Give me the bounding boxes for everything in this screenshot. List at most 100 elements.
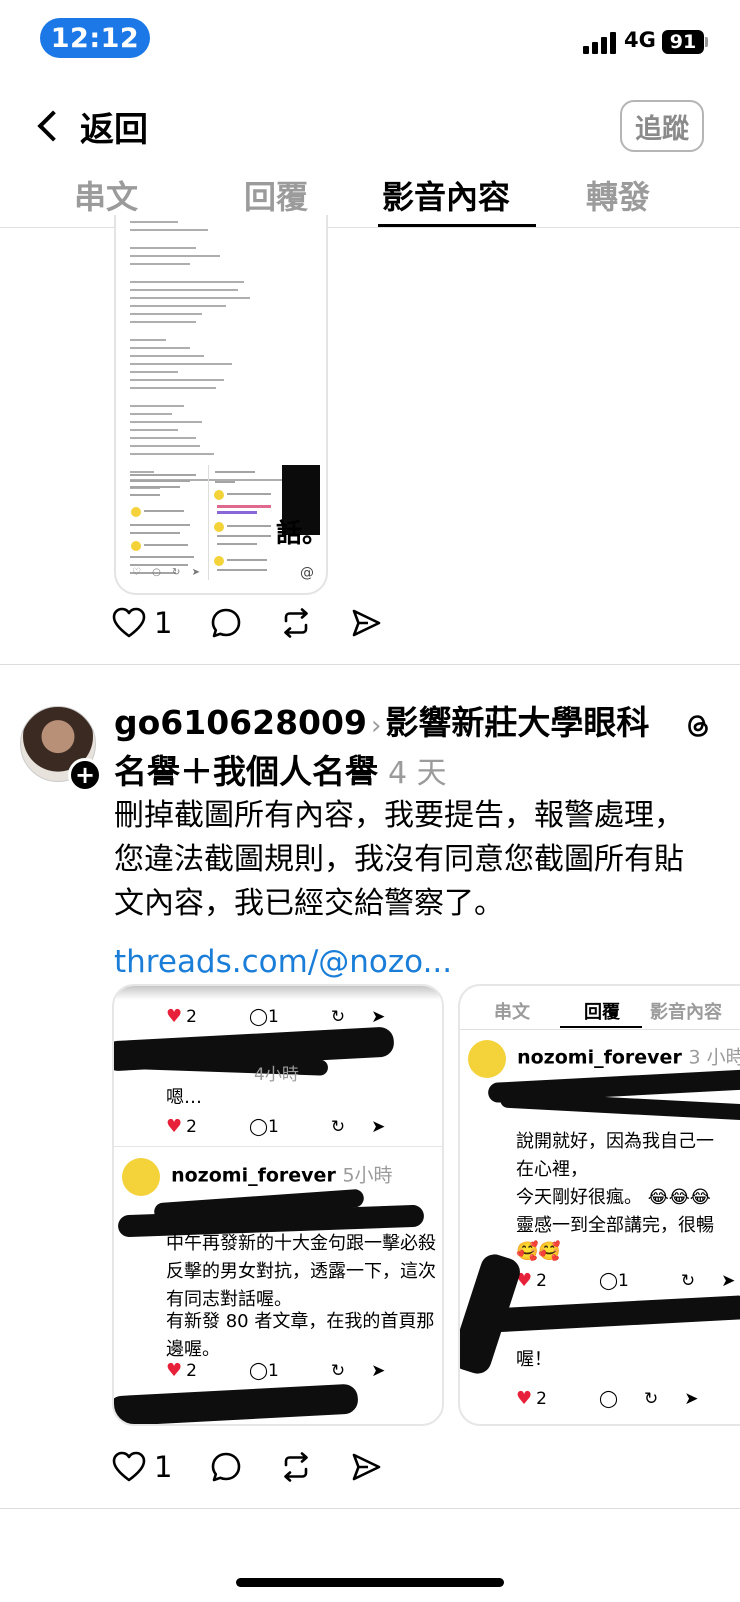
card2-actions-1: ♥ 2 ◯1 ↻ ➤: [516, 1270, 736, 1291]
repost-icon: ↻: [680, 1270, 696, 1291]
reply-button[interactable]: [210, 1451, 242, 1483]
post2-actions: 1: [112, 1450, 420, 1484]
reply-button[interactable]: [210, 607, 242, 639]
heart-icon: [112, 1451, 146, 1482]
tab-threads[interactable]: 串文: [74, 172, 138, 218]
post2-link[interactable]: threads.com/@nozo...: [114, 944, 452, 980]
profile-tabs: 串文 回覆 影音內容 轉發: [0, 164, 740, 228]
post1-actions: 1: [112, 606, 420, 640]
screenshot-reply-thumb-mid: [208, 465, 278, 580]
network-label: 4G: [624, 28, 656, 52]
screenshot-large-text: 話。: [276, 519, 328, 549]
like-count: 2: [536, 1389, 547, 1409]
like-count: 2: [536, 1271, 547, 1291]
back-label: 返回: [80, 109, 148, 150]
repost-button[interactable]: [280, 607, 312, 639]
card2-tab-active: 回覆: [584, 1002, 620, 1023]
post1-screenshot[interactable]: 話。 @ ♡ ○ ↻ ➤: [114, 215, 328, 595]
send-icon: [353, 609, 381, 637]
reply-text: 說開就好，因為我自己一: [516, 1131, 714, 1152]
redaction-scribble: [479, 1294, 740, 1334]
repost-icon: ↻: [644, 1388, 659, 1409]
share-button[interactable]: [350, 1451, 382, 1483]
repost-icon: ↻: [330, 1360, 346, 1381]
laughing-emoji-icon: 😂😂😂: [647, 1187, 711, 1208]
card1-actions-1: ♥ 2 ◯1 ↻ ➤: [166, 1006, 386, 1027]
smiling-hearts-emoji-icon: 🥰🥰: [516, 1241, 561, 1262]
card2-tab: 影音內容: [650, 1002, 722, 1023]
chevron-left-icon: [37, 110, 69, 142]
top-nav: 返回 追蹤: [0, 92, 740, 162]
card1-reply-header: nozomi_forever 5小時: [122, 1158, 442, 1196]
follow-plus-icon[interactable]: +: [68, 758, 102, 792]
threads-mini-icon: @: [300, 565, 314, 581]
timestamp: 3 小時: [688, 1046, 740, 1069]
tab-replies[interactable]: 回覆: [244, 172, 308, 218]
chevron-right-icon: ›: [370, 711, 382, 741]
comment-icon: [212, 608, 241, 638]
status-bar: 12:12 4G 91: [0, 0, 740, 80]
card2-tabs: 串文 回覆 影音內容: [460, 986, 740, 1030]
tab-reposts[interactable]: 轉發: [586, 172, 650, 218]
reply-text: 在心裡，: [516, 1159, 588, 1180]
send-icon: ➤: [371, 1006, 386, 1027]
comment-count: 1: [268, 1360, 279, 1381]
reply-text: 喔！: [516, 1349, 552, 1370]
repost-icon: [284, 1452, 309, 1482]
comment-icon: ◯: [598, 1388, 618, 1409]
send-icon: ➤: [371, 1116, 386, 1137]
redaction-scribble: [114, 1383, 359, 1424]
post-divider: [0, 664, 740, 665]
repost-button[interactable]: [280, 1451, 312, 1483]
send-icon: [353, 1453, 381, 1481]
send-icon: ➤: [371, 1360, 386, 1381]
comment-count: 1: [618, 1270, 629, 1291]
like-button[interactable]: 1: [112, 606, 172, 640]
signal-icon: [583, 30, 619, 54]
username: nozomi_forever: [171, 1164, 336, 1187]
threads-logo-icon[interactable]: [682, 710, 714, 742]
back-button[interactable]: 返回: [30, 96, 148, 156]
like-count: 2: [186, 1007, 197, 1027]
card2-actions-2: ♥ 2 ◯ ↻ ➤: [516, 1388, 699, 1409]
like-button[interactable]: 1: [112, 1450, 172, 1484]
post-divider: [0, 1508, 740, 1509]
status-time: 12:12: [40, 18, 150, 58]
follow-button[interactable]: 追蹤: [620, 100, 704, 152]
card2-tab: 串文: [494, 1002, 530, 1023]
timestamp: 4 天: [388, 756, 447, 791]
username[interactable]: go610628009: [114, 703, 367, 742]
repost-icon: [284, 608, 309, 638]
post2-text: 刪掉截圖所有內容，我要提告，報警處理，您違法截圖規則，我沒有同意您截圖所有貼文內…: [114, 798, 684, 921]
send-icon: ➤: [684, 1388, 699, 1409]
cropped-text-top: [114, 986, 442, 1000]
share-button[interactable]: [350, 607, 382, 639]
battery-icon: 91: [662, 30, 704, 54]
repost-icon: ↻: [330, 1006, 346, 1027]
timestamp: 4小時: [254, 1065, 299, 1085]
post2-header: go610628009 › 影響新莊大學眼科名譽＋我個人名譽 4 天: [114, 700, 674, 797]
avatar: [122, 1158, 160, 1196]
battery-tip: [705, 37, 708, 47]
card1-actions-2: ♥ 2 ◯1 ↻ ➤: [166, 1116, 386, 1137]
like-count: 2: [186, 1117, 197, 1137]
screenshot-mini-actions: ♡ ○ ↻ ➤: [132, 567, 204, 578]
screenshot-reply-thumb-left: [130, 470, 200, 580]
comment-count: 1: [268, 1116, 279, 1137]
avatar: [468, 1040, 506, 1078]
comment-count: 1: [268, 1006, 279, 1027]
attachment-card-1[interactable]: ♥ 2 ◯1 ↻ ➤ 4小時 嗯… ♥ 2 ◯1 ↻ ➤ nozomi_forever …: [112, 984, 444, 1426]
like-count: 2: [186, 1361, 197, 1381]
home-indicator[interactable]: [236, 1578, 504, 1587]
timestamp: 5小時: [342, 1164, 393, 1187]
like-count: 1: [154, 1450, 173, 1484]
username: nozomi_forever: [517, 1046, 682, 1069]
screenshot-text-lines: [130, 215, 286, 489]
tab-underline: [378, 224, 536, 227]
reply-text: 有新發 80 者文章，在我的首頁那邊喔。: [166, 1311, 435, 1360]
tab-media[interactable]: 影音內容: [382, 172, 510, 218]
reply-text: 靈感一到全部講完，很暢: [516, 1215, 714, 1236]
attachment-card-2[interactable]: 串文 回覆 影音內容 nozomi_forever 3 小時 說開就好，因為我自…: [458, 984, 740, 1426]
heart-icon: [112, 607, 146, 638]
reply-text: 嗯…: [166, 1087, 202, 1108]
